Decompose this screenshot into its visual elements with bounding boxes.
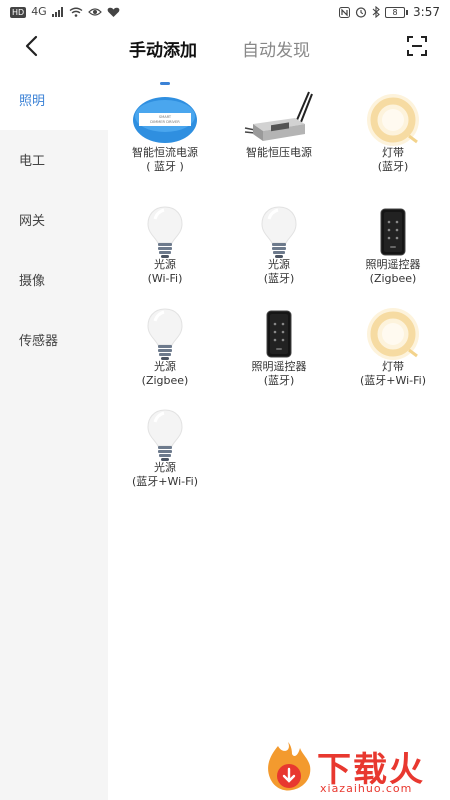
svg-text:SMART: SMART (159, 115, 172, 119)
device-label: 智能恒压电源 (246, 146, 312, 159)
clock: 3:57 (413, 5, 440, 19)
back-arrow-icon[interactable] (20, 34, 44, 58)
hd-badge: HD (10, 6, 27, 18)
remote-control-icon (353, 202, 433, 262)
device-card[interactable]: 光源 (蓝牙+Wi-Fi) (108, 393, 222, 498)
device-label: 光源 (Zigbee) (141, 360, 189, 387)
sidebar-item-sensor[interactable]: 传感器 (0, 310, 108, 370)
bulb-icon (125, 405, 205, 465)
network-label: 4G (31, 5, 47, 18)
bulb-icon (125, 304, 205, 364)
device-label: 智能恒流电源 ( 蓝牙 ) (132, 146, 198, 173)
signal-icon (51, 7, 63, 17)
sidebar-item-camera[interactable]: 摄像 (0, 250, 108, 310)
eye-icon (87, 8, 102, 16)
sidebar-item-label: 照明 (19, 94, 46, 109)
device-label: 灯带 (蓝牙+Wi-Fi) (359, 360, 427, 387)
constant-voltage-driver-icon (239, 90, 319, 150)
heart-rate-icon (107, 7, 120, 17)
device-grid: SMART DIMMER DRIVER 智能恒流电源 ( 蓝牙 ) 智能恒压电源 (108, 70, 450, 800)
nfc-icon (339, 6, 351, 18)
remote-control-icon (239, 304, 319, 364)
flame-icon (268, 742, 311, 791)
sidebar-item-label: 网关 (19, 214, 46, 229)
sidebar-item-electrical[interactable]: 电工 (0, 130, 108, 190)
device-label: 灯带 (蓝牙) (377, 146, 409, 173)
sidebar-item-lighting[interactable]: 照明 (0, 70, 108, 130)
sidebar-item-label: 摄像 (19, 274, 46, 289)
header: 手动添加 自动发现 (0, 24, 450, 85)
scan-icon[interactable] (405, 34, 429, 58)
status-bar: HD 4G 8 3:57 (0, 0, 450, 24)
device-card[interactable]: 光源 (Zigbee) (108, 292, 222, 397)
bulb-icon (125, 202, 205, 262)
tab-manual-add[interactable]: 手动添加 (129, 36, 197, 61)
wifi-icon (69, 7, 83, 17)
sidebar-item-label: 电工 (19, 154, 46, 169)
battery-level: 8 (385, 6, 406, 18)
device-label: 照明遥控器 (Zigbee) (365, 258, 421, 285)
category-sidebar: 照明 电工 网关 摄像 传感器 (0, 70, 108, 800)
constant-current-driver-icon: SMART DIMMER DRIVER (125, 90, 205, 150)
device-card[interactable]: 照明遥控器 (蓝牙) (222, 292, 336, 397)
device-label: 光源 (蓝牙+Wi-Fi) (131, 461, 199, 488)
watermark-logo: 下载火 xiazaihuo.com (262, 740, 442, 796)
device-card[interactable]: 灯带 (蓝牙) (336, 78, 450, 183)
device-label: 光源 (蓝牙) (263, 258, 295, 285)
watermark-subtitle: xiazaihuo.com (320, 782, 413, 795)
tab-auto-discover[interactable]: 自动发现 (242, 36, 310, 61)
device-card[interactable]: 智能恒压电源 (222, 78, 336, 183)
bluetooth-icon (372, 6, 380, 18)
device-card[interactable]: 灯带 (蓝牙+Wi-Fi) (336, 292, 450, 397)
sidebar-item-label: 传感器 (19, 334, 59, 349)
alarm-icon (355, 7, 367, 18)
device-card[interactable]: SMART DIMMER DRIVER 智能恒流电源 ( 蓝牙 ) (108, 78, 222, 183)
battery-icon: 8 (385, 6, 409, 18)
light-strip-icon (353, 90, 433, 150)
device-card[interactable]: 照明遥控器 (Zigbee) (336, 190, 450, 295)
device-label: 照明遥控器 (蓝牙) (251, 360, 307, 387)
bulb-icon (239, 202, 319, 262)
device-card[interactable]: 光源 (蓝牙) (222, 190, 336, 295)
device-label: 光源 (Wi-Fi) (147, 258, 183, 285)
device-card[interactable]: 光源 (Wi-Fi) (108, 190, 222, 295)
svg-text:DIMMER DRIVER: DIMMER DRIVER (150, 120, 180, 124)
light-strip-icon (353, 304, 433, 364)
sidebar-item-gateway[interactable]: 网关 (0, 190, 108, 250)
